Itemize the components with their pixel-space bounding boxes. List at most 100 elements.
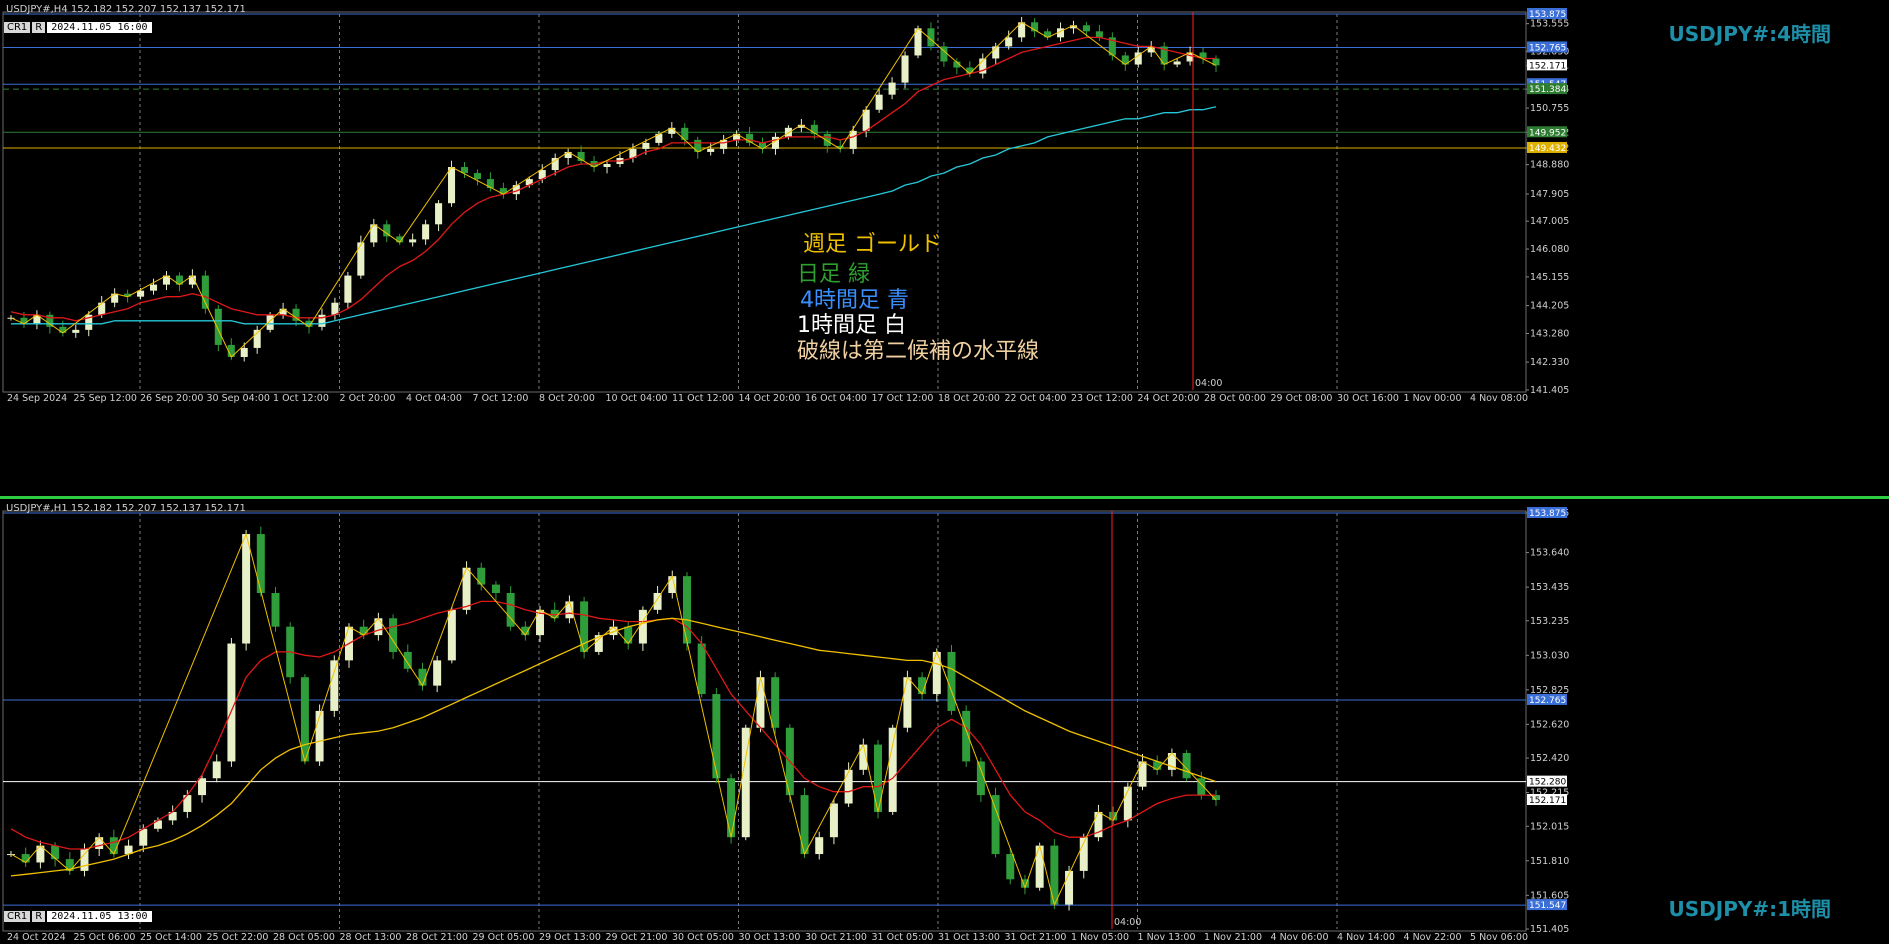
candle-body [279, 308, 287, 315]
y-tick-label: 151.405 [1530, 924, 1569, 935]
x-tick-label: 2 Oct 20:00 [340, 393, 396, 404]
x-tick-label: 4 Nov 08:00 [1470, 393, 1528, 404]
candle-body [1005, 37, 1013, 47]
x-tick-label: 4 Nov 22:00 [1404, 932, 1462, 943]
x-tick-label: 31 Oct 05:00 [872, 932, 934, 943]
x-tick-label: 29 Oct 13:00 [539, 932, 601, 943]
candle-body [227, 643, 236, 762]
candle-body [344, 275, 352, 303]
x-tick-label: 26 Sep 20:00 [140, 393, 203, 404]
x-tick-label: 1 Oct 12:00 [273, 393, 329, 404]
candle-body [315, 710, 324, 762]
candle-body [815, 837, 824, 855]
h4-chart-header: USDJPY#,H4 152.182 152.207 152.137 152.1… [6, 4, 246, 15]
candle-body [422, 224, 430, 240]
crosshair-date: 2024.11.05 16:00 [47, 22, 152, 33]
x-tick-label: 17 Oct 12:00 [872, 393, 934, 404]
h1-chart-pane[interactable]: 24 Oct 2024 25 Oct 06:00 25 Oct 14:00 25 Oc… [0, 496, 1889, 944]
h4-chart-canvas[interactable]: 24 Sep 2024 25 Sep 12:00 26 Sep 20:00 30 Se… [0, 0, 1889, 492]
x-tick-label: 30 Oct 21:00 [805, 932, 867, 943]
x-tick-label: 14 Oct 20:00 [739, 393, 801, 404]
x-tick-label: 18 Oct 20:00 [938, 393, 1000, 404]
y-tick-label: 145.155 [1530, 272, 1569, 283]
candle-body [271, 593, 280, 627]
candle-body [653, 593, 662, 610]
y-tick-label: 150.755 [1530, 103, 1569, 114]
y-tick-label: 153.235 [1530, 616, 1569, 627]
y-tick-label: 142.330 [1530, 357, 1569, 368]
candle-body [242, 534, 251, 644]
candle-body [697, 643, 706, 695]
candle-body [150, 284, 158, 291]
candle-body [712, 694, 721, 779]
h4-chart-pane[interactable]: 24 Sep 2024 25 Sep 12:00 26 Sep 20:00 30 Se… [0, 0, 1889, 492]
candle-body [51, 845, 60, 860]
y-tick-label: 151.810 [1530, 856, 1569, 867]
candle-body [486, 179, 494, 189]
candle-body [727, 778, 736, 838]
candle-body [357, 242, 365, 276]
candle-body [829, 803, 838, 838]
candle-body [874, 744, 883, 812]
legend-line: 破線は第二候補の水平線 [797, 339, 1040, 364]
candle-body [59, 326, 67, 333]
candle-body [551, 157, 559, 171]
price-tag-label: 152.280 [1529, 778, 1566, 788]
time-marker-label: 04:00 [1195, 378, 1222, 389]
candle-body [214, 308, 222, 345]
candle-body [682, 576, 691, 644]
candle-body [844, 769, 853, 804]
price-tag-label: 153.875 [1529, 509, 1566, 519]
x-tick-label: 31 Oct 21:00 [1005, 932, 1067, 943]
candle-body [962, 710, 971, 762]
y-tick-label: 152.620 [1530, 719, 1569, 730]
x-tick-label: 16 Oct 04:00 [805, 393, 867, 404]
candle-body [95, 837, 104, 849]
y-tick-label: 147.905 [1530, 189, 1569, 200]
y-tick-label: 152.015 [1530, 821, 1569, 832]
candle-body [198, 778, 207, 796]
cr1-badge[interactable]: CR1 [4, 22, 31, 33]
candle-body [240, 347, 248, 357]
x-tick-label: 25 Sep 12:00 [74, 393, 137, 404]
x-tick-label: 22 Oct 04:00 [1005, 393, 1067, 404]
zigzag-line [10, 21, 1217, 358]
candle-body [139, 828, 148, 846]
x-tick-label: 1 Nov 13:00 [1138, 932, 1196, 943]
x-tick-label: 4 Oct 04:00 [406, 393, 462, 404]
price-tag-label: 152.765 [1529, 43, 1566, 53]
candle-body [1173, 61, 1181, 65]
r-badge[interactable]: R [32, 22, 46, 33]
y-tick-label: 143.280 [1530, 328, 1569, 339]
price-tag-label: 151.384 [1529, 85, 1566, 95]
x-tick-label: 30 Oct 13:00 [739, 932, 801, 943]
h1-symbol-label: USDJPY#:1時間 [1668, 897, 1832, 921]
candle-body [448, 167, 456, 204]
x-tick-label: 10 Oct 04:00 [606, 393, 668, 404]
h4-badge: CR1 R 2024.11.05 16:00 [4, 22, 152, 33]
candle-body [212, 761, 221, 779]
candle-body [447, 609, 456, 661]
sma_yellow-line [10, 617, 1217, 877]
x-tick-label: 4 Nov 06:00 [1271, 932, 1329, 943]
x-tick-label: 23 Oct 12:00 [1071, 393, 1133, 404]
price-tag-label: 152.171 [1529, 61, 1566, 71]
candle-body [903, 677, 912, 728]
price-tag-label: 152.765 [1529, 696, 1566, 706]
h1-chart-canvas[interactable]: 24 Oct 2024 25 Oct 06:00 25 Oct 14:00 25 Oc… [0, 499, 1889, 944]
candle-body [1006, 854, 1015, 880]
candle-body [771, 677, 780, 728]
sma_cyan-line [11, 106, 1217, 325]
r-badge[interactable]: R [32, 911, 46, 922]
candle-body [638, 609, 647, 644]
x-tick-label: 8 Oct 20:00 [539, 393, 595, 404]
x-tick-label: 30 Oct 05:00 [672, 932, 734, 943]
candle-body [98, 302, 106, 315]
x-tick-label: 1 Nov 21:00 [1204, 932, 1262, 943]
x-tick-label: 29 Oct 08:00 [1271, 393, 1333, 404]
candle-body [266, 314, 274, 330]
x-tick-label: 28 Oct 00:00 [1204, 393, 1266, 404]
candle-body [1138, 761, 1147, 787]
cr1-badge[interactable]: CR1 [4, 911, 31, 922]
x-tick-label: 30 Sep 04:00 [207, 393, 270, 404]
